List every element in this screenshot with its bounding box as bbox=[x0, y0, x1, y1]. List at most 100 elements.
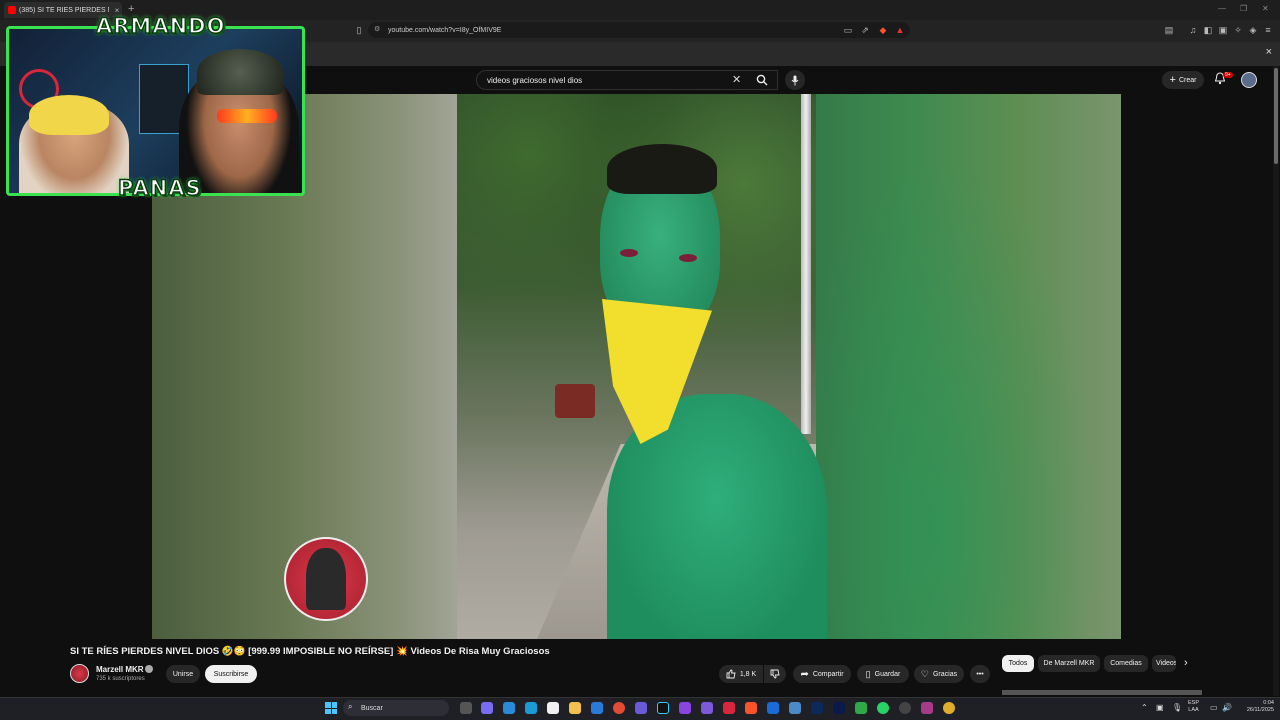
search-button[interactable] bbox=[748, 70, 776, 90]
panel-icon[interactable]: ◧ bbox=[1203, 25, 1213, 35]
taskbar-search-icon: ⌕ bbox=[348, 702, 353, 711]
bar-close-icon[interactable]: × bbox=[1266, 46, 1272, 58]
chip-comedy[interactable]: Comedias bbox=[1104, 655, 1148, 672]
channel-watermark-avatar[interactable] bbox=[284, 537, 368, 621]
window-close-icon[interactable]: ✕ bbox=[1262, 4, 1269, 13]
url-text: youtube.com/watch?v=I8y_OfMIV9E bbox=[388, 26, 502, 34]
bookmark-icon[interactable]: ▯ bbox=[354, 25, 364, 35]
like-button[interactable]: 1,8 K bbox=[719, 665, 763, 683]
chip-all[interactable]: Todos bbox=[1002, 655, 1034, 672]
chip-from-channel[interactable]: De Marzell MKR bbox=[1038, 655, 1100, 672]
tray-chevron-icon[interactable]: ⌃ bbox=[1141, 703, 1148, 712]
like-count: 1,8 K bbox=[739, 670, 757, 678]
widgets-icon[interactable] bbox=[481, 702, 493, 714]
app-icon[interactable] bbox=[789, 702, 801, 714]
person-hair bbox=[607, 144, 717, 194]
share-page-icon[interactable]: ⇗ bbox=[860, 25, 870, 35]
mail-icon[interactable] bbox=[503, 702, 515, 714]
create-button[interactable]: + Crear bbox=[1162, 71, 1204, 89]
obs-icon[interactable] bbox=[899, 702, 911, 714]
teamviewer-icon[interactable] bbox=[767, 702, 779, 714]
search-query: videos graciosos nivel dios bbox=[487, 75, 583, 85]
clock-time: 0:04 bbox=[1263, 700, 1274, 706]
tiktok-icon[interactable] bbox=[657, 702, 669, 714]
pikachu-hat bbox=[29, 95, 109, 135]
taskbar-search[interactable]: ⌕ Buscar bbox=[343, 700, 449, 716]
taskbar-search-label: Buscar bbox=[361, 704, 383, 712]
teams-icon[interactable] bbox=[635, 702, 647, 714]
thumbs-up-icon bbox=[726, 669, 736, 679]
brave-shields-icon[interactable]: ◆ bbox=[878, 25, 888, 35]
wallet-icon[interactable]: ▣ bbox=[1218, 25, 1228, 35]
plus-icon: + bbox=[1169, 74, 1176, 86]
video-frame bbox=[457, 94, 827, 639]
menu-icon[interactable]: ≡ bbox=[1263, 25, 1273, 35]
clock[interactable]: 0:04 26/11/2025 bbox=[1236, 700, 1274, 714]
brave-browser-icon[interactable] bbox=[745, 702, 757, 714]
chevron-right-icon[interactable]: › bbox=[1184, 657, 1188, 669]
subscribe-button[interactable]: Suscribirse bbox=[205, 665, 257, 683]
webcam-name-bottom: PANAS bbox=[117, 175, 202, 201]
playlist-save-icon: ▯ bbox=[865, 668, 871, 679]
extensions-icon[interactable]: ✧ bbox=[1233, 25, 1243, 35]
minimize-icon[interactable]: — bbox=[1218, 4, 1226, 13]
calendar-icon[interactable] bbox=[547, 702, 559, 714]
stream-app-icon[interactable] bbox=[723, 702, 735, 714]
clear-search-icon[interactable]: ✕ bbox=[732, 73, 741, 86]
tray-mic-icon[interactable]: 🎙 bbox=[1172, 703, 1182, 712]
channel-name[interactable]: Marzell MKR bbox=[96, 665, 144, 674]
save-button[interactable]: ▯ Guardar bbox=[857, 665, 909, 683]
task-view-icon[interactable] bbox=[460, 702, 472, 714]
file-explorer-icon[interactable] bbox=[569, 702, 581, 714]
discord-icon[interactable] bbox=[701, 702, 713, 714]
clock-date: 26/11/2025 bbox=[1246, 707, 1274, 713]
media-icon[interactable]: ♫ bbox=[1188, 25, 1198, 35]
twitch-icon[interactable] bbox=[679, 702, 691, 714]
excel-icon[interactable] bbox=[855, 702, 867, 714]
windows-start-icon[interactable] bbox=[325, 702, 337, 714]
channel-avatar[interactable] bbox=[70, 664, 89, 683]
store-icon[interactable] bbox=[591, 702, 603, 714]
dislike-button[interactable] bbox=[764, 665, 786, 683]
more-dots-icon: ••• bbox=[976, 670, 984, 678]
account-avatar[interactable] bbox=[1241, 72, 1257, 88]
chrome-canary-icon[interactable] bbox=[943, 702, 955, 714]
chrome-icon[interactable] bbox=[613, 702, 625, 714]
vpn-icon[interactable]: ◈ bbox=[1248, 25, 1258, 35]
messenger-icon[interactable] bbox=[921, 702, 933, 714]
scrollbar-thumb[interactable] bbox=[1274, 68, 1278, 164]
thumbs-down-icon bbox=[770, 669, 780, 679]
address-bar[interactable]: ⚙ youtube.com/watch?v=I8y_OfMIV9E bbox=[368, 22, 910, 38]
youtube-favicon-icon bbox=[8, 6, 16, 14]
photoshop-icon[interactable] bbox=[811, 702, 823, 714]
maximize-icon[interactable]: ❐ bbox=[1240, 4, 1247, 13]
network-icon[interactable]: ▭ bbox=[1210, 703, 1218, 712]
share-arrow-icon: ➦ bbox=[800, 668, 809, 680]
video-title: SI TE RÍES PIERDES NIVEL DIOS 🤣😳 [999.99… bbox=[70, 646, 550, 657]
verified-check-icon bbox=[145, 665, 153, 673]
parked-car bbox=[555, 384, 595, 418]
sunglasses bbox=[217, 109, 277, 123]
after-effects-icon[interactable] bbox=[833, 702, 845, 714]
thanks-button[interactable]: ♡ Gracias bbox=[914, 665, 964, 683]
sidebar-icon[interactable]: ▤ bbox=[1164, 25, 1174, 35]
volume-icon[interactable]: 🔊 bbox=[1222, 703, 1232, 712]
create-label: Crear bbox=[1178, 76, 1197, 84]
save-label: Guardar bbox=[874, 670, 901, 678]
voice-search-button[interactable] bbox=[785, 70, 805, 90]
whatsapp-icon[interactable] bbox=[877, 702, 889, 714]
language-code: ESP bbox=[1188, 700, 1200, 706]
language-indicator[interactable]: ESP LAA bbox=[1188, 700, 1199, 714]
more-actions-button[interactable]: ••• bbox=[970, 665, 990, 683]
edge-icon[interactable] bbox=[525, 702, 537, 714]
share-button[interactable]: ➦ Compartir bbox=[793, 665, 851, 683]
tab-title: (385) SI TE RÍES PIERDES NIVEL bbox=[19, 6, 109, 14]
recommended-thumbnails-strip[interactable] bbox=[1002, 690, 1202, 695]
tray-app-icon[interactable]: ▣ bbox=[1156, 703, 1164, 712]
join-button[interactable]: Unirse bbox=[166, 665, 200, 683]
site-info-icon[interactable]: ⚙ bbox=[374, 25, 380, 33]
cast-icon[interactable]: ▭ bbox=[843, 25, 853, 35]
chip-videos[interactable]: Videos bbox=[1152, 655, 1176, 672]
rewards-icon[interactable]: ▲ bbox=[895, 25, 905, 35]
webcam-name-top: ARMANDO bbox=[95, 13, 226, 39]
